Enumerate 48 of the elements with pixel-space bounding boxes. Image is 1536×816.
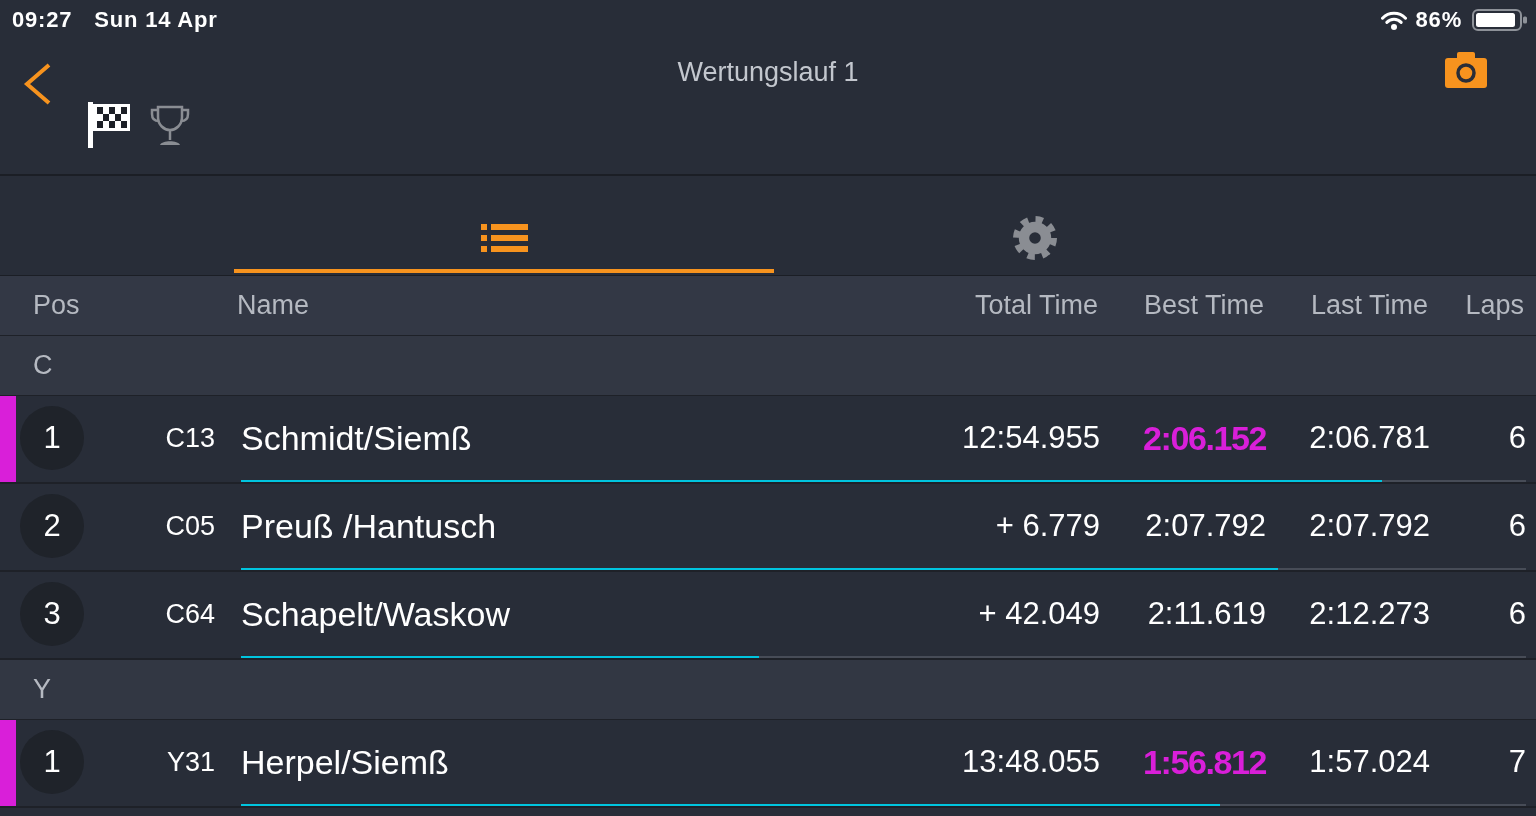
total-time: + 42.049 bbox=[978, 596, 1100, 632]
total-time: 12:54.955 bbox=[962, 420, 1100, 456]
battery-icon bbox=[1472, 9, 1527, 31]
trophy-icon[interactable] bbox=[150, 105, 190, 145]
column-header: Name bbox=[237, 290, 310, 321]
column-header: Last Time bbox=[1310, 290, 1428, 321]
column-header: Pos bbox=[32, 290, 80, 321]
position-badge: 2 bbox=[20, 494, 84, 558]
total-time: 13:48.055 bbox=[962, 744, 1100, 780]
back-icon[interactable] bbox=[22, 62, 52, 106]
lap-count: 6 bbox=[1508, 420, 1526, 456]
car-number: Y31 bbox=[166, 746, 215, 778]
lap-count: 6 bbox=[1508, 508, 1526, 544]
driver-names: Preuß /Hantusch bbox=[241, 506, 497, 546]
gear-icon bbox=[1013, 216, 1057, 260]
position-badge: 1 bbox=[20, 730, 84, 794]
list-icon bbox=[480, 224, 528, 252]
column-header: Total Time bbox=[974, 290, 1098, 321]
position-badge: 3 bbox=[20, 582, 84, 646]
driver-names: Herpel/Siemß bbox=[241, 742, 449, 782]
total-time: + 6.779 bbox=[995, 508, 1100, 544]
best-time: 1:56.812 bbox=[1142, 742, 1266, 782]
driver-names: Schmidt/Siemß bbox=[241, 418, 472, 458]
last-time: 2:07.792 bbox=[1309, 508, 1430, 544]
column-header: Laps bbox=[1465, 290, 1524, 321]
lap-count: 7 bbox=[1508, 744, 1526, 780]
car-number: C13 bbox=[165, 422, 215, 454]
group-label: Y bbox=[33, 674, 51, 705]
car-number: C64 bbox=[165, 598, 215, 630]
camera-icon[interactable] bbox=[1445, 52, 1487, 88]
status-date: Sun 14 Apr bbox=[94, 7, 218, 33]
last-time: 1:57.024 bbox=[1309, 744, 1430, 780]
battery-percentage: 86% bbox=[1415, 7, 1462, 33]
driver-names: Schapelt/Waskow bbox=[241, 594, 510, 634]
best-time: 2:11.619 bbox=[1147, 596, 1266, 632]
best-time: 2:06.152 bbox=[1142, 418, 1266, 458]
last-time: 2:06.781 bbox=[1309, 420, 1430, 456]
status-time: 09:27 bbox=[12, 7, 73, 33]
screen-title: Wertungslauf 1 bbox=[677, 57, 859, 87]
position-badge: 1 bbox=[20, 406, 84, 470]
column-header: Best Time bbox=[1143, 290, 1264, 321]
best-time: 2:07.792 bbox=[1145, 508, 1266, 544]
wifi-icon bbox=[1380, 10, 1407, 30]
car-number: C05 bbox=[165, 510, 215, 542]
lap-count: 6 bbox=[1508, 596, 1526, 632]
last-time: 2:12.273 bbox=[1309, 596, 1430, 632]
group-label: C bbox=[33, 350, 53, 381]
checkered-flag-icon[interactable] bbox=[88, 102, 130, 148]
